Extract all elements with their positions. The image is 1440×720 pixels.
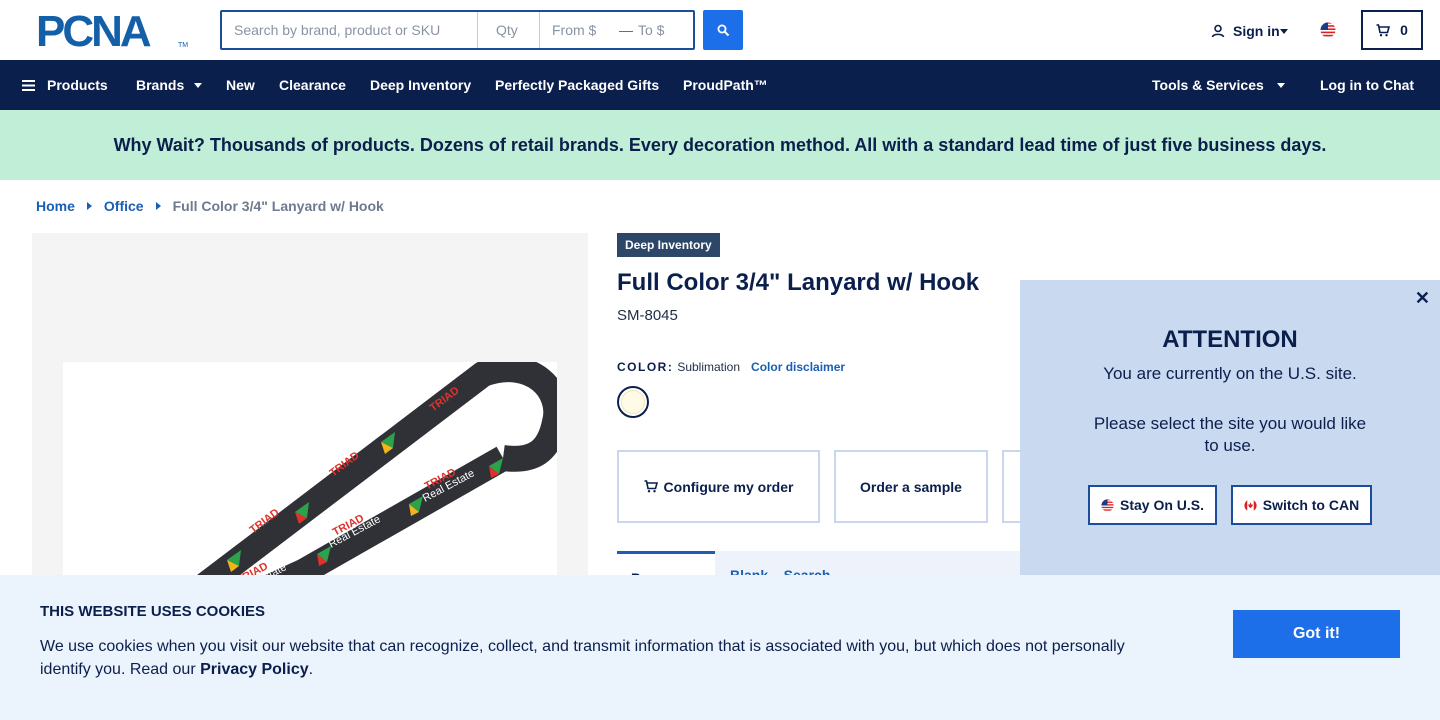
modal-select-text: Please select the site you would like to… bbox=[1093, 414, 1367, 455]
nav-tools-services[interactable]: Tools & Services bbox=[1152, 60, 1285, 110]
product-title: Full Color 3/4" Lanyard w/ Hook bbox=[617, 269, 980, 296]
nav-products-label: Products bbox=[47, 77, 108, 93]
switch-to-can-label: Switch to CAN bbox=[1262, 497, 1360, 513]
user-icon bbox=[1211, 24, 1225, 38]
logo-text: PCNA bbox=[36, 7, 152, 56]
canada-flag-icon bbox=[1244, 498, 1257, 512]
cookie-title: THIS WEBSITE USES COOKIES bbox=[40, 603, 266, 620]
order-sample-button[interactable]: Order a sample bbox=[834, 450, 988, 523]
cart-button[interactable]: 0 bbox=[1361, 10, 1423, 50]
price-from-input[interactable]: From $ bbox=[540, 12, 616, 48]
color-row: COLOR: Sublimation Color disclaimer bbox=[617, 360, 845, 374]
cookie-end: . bbox=[308, 661, 314, 678]
search-bar: Search by brand, product or SKU Qty From… bbox=[220, 10, 695, 50]
deep-inventory-badge: Deep Inventory bbox=[617, 233, 720, 257]
nav-brands-label: Brands bbox=[136, 77, 185, 93]
price-to-input[interactable]: To $ bbox=[636, 12, 693, 48]
sign-in-button[interactable]: Sign in bbox=[1211, 20, 1288, 42]
cart-count: 0 bbox=[1400, 22, 1408, 38]
product-sku: SM-8045 bbox=[617, 307, 678, 324]
breadcrumb-caret-icon bbox=[155, 202, 161, 210]
configure-order-label: Configure my order bbox=[663, 478, 794, 495]
breadcrumb-home[interactable]: Home bbox=[36, 198, 75, 214]
nav-products[interactable]: Products bbox=[22, 60, 108, 110]
trademark-mark: TM bbox=[178, 42, 189, 49]
configure-order-button[interactable]: Configure my order bbox=[617, 450, 820, 523]
chevron-down-icon bbox=[1276, 82, 1285, 88]
nav-proudpath[interactable]: ProudPath™ bbox=[683, 60, 768, 110]
promo-banner-text: Why Wait? Thousands of products. Dozens … bbox=[113, 134, 1327, 155]
nav-new[interactable]: New bbox=[226, 60, 255, 110]
chevron-down-icon bbox=[1279, 28, 1288, 34]
cookie-text: We use cookies when you visit our websit… bbox=[40, 635, 1150, 681]
breadcrumb-current: Full Color 3/4" Lanyard w/ Hook bbox=[172, 198, 384, 214]
nav-brands[interactable]: Brands bbox=[136, 60, 203, 110]
color-disclaimer-link[interactable]: Color disclaimer bbox=[751, 360, 845, 374]
us-flag-icon[interactable] bbox=[1320, 22, 1336, 38]
cookie-accept-button[interactable]: Got it! bbox=[1233, 610, 1400, 658]
nav-clearance[interactable]: Clearance bbox=[279, 60, 346, 110]
nav-perfectly-packaged-gifts[interactable]: Perfectly Packaged Gifts bbox=[495, 60, 659, 110]
privacy-policy-link[interactable]: Privacy Policy bbox=[200, 661, 309, 678]
switch-to-can-button[interactable]: Switch to CAN bbox=[1231, 485, 1372, 525]
color-label: COLOR: bbox=[617, 360, 674, 374]
breadcrumb-office[interactable]: Office bbox=[104, 198, 144, 214]
quantity-input[interactable]: Qty bbox=[478, 12, 540, 48]
close-icon[interactable]: ✕ bbox=[1415, 288, 1430, 309]
breadcrumb-caret-icon bbox=[86, 202, 92, 210]
search-icon bbox=[717, 24, 729, 36]
modal-title: ATTENTION bbox=[1162, 326, 1298, 353]
color-swatch-sublimation[interactable] bbox=[617, 386, 649, 418]
price-range-dash: — bbox=[619, 22, 633, 38]
stay-on-us-label: Stay On U.S. bbox=[1119, 497, 1205, 513]
nav-deep-inventory[interactable]: Deep Inventory bbox=[370, 60, 471, 110]
nav-tools-label: Tools & Services bbox=[1152, 77, 1264, 93]
pcna-logo[interactable]: PCNA TM bbox=[36, 10, 188, 54]
site-select-modal: ✕ ATTENTION You are currently on the U.S… bbox=[1020, 280, 1440, 575]
site-header: PCNA TM Search by brand, product or SKU … bbox=[0, 0, 1440, 60]
cart-icon bbox=[1376, 23, 1391, 36]
us-flag-icon bbox=[1101, 498, 1114, 512]
chevron-down-icon bbox=[194, 82, 203, 88]
color-value: Sublimation bbox=[677, 360, 741, 374]
cart-icon bbox=[644, 480, 658, 493]
swatch-fill bbox=[621, 390, 645, 414]
login-to-chat-link[interactable]: Log in to Chat bbox=[1320, 60, 1414, 110]
sign-in-label: Sign in bbox=[1233, 23, 1280, 39]
order-sample-label: Order a sample bbox=[860, 478, 962, 495]
breadcrumb: Home Office Full Color 3/4" Lanyard w/ H… bbox=[36, 198, 384, 214]
search-button[interactable] bbox=[703, 10, 743, 50]
modal-current-site-text: You are currently on the U.S. site. bbox=[1103, 364, 1357, 383]
hamburger-icon bbox=[22, 79, 35, 91]
cookie-banner: THIS WEBSITE USES COOKIES We use cookies… bbox=[0, 575, 1440, 720]
stay-on-us-button[interactable]: Stay On U.S. bbox=[1088, 485, 1217, 525]
main-nav: Products Brands New Clearance Deep Inven… bbox=[0, 60, 1440, 110]
search-input[interactable]: Search by brand, product or SKU bbox=[222, 12, 478, 48]
promo-banner: Why Wait? Thousands of products. Dozens … bbox=[0, 110, 1440, 180]
